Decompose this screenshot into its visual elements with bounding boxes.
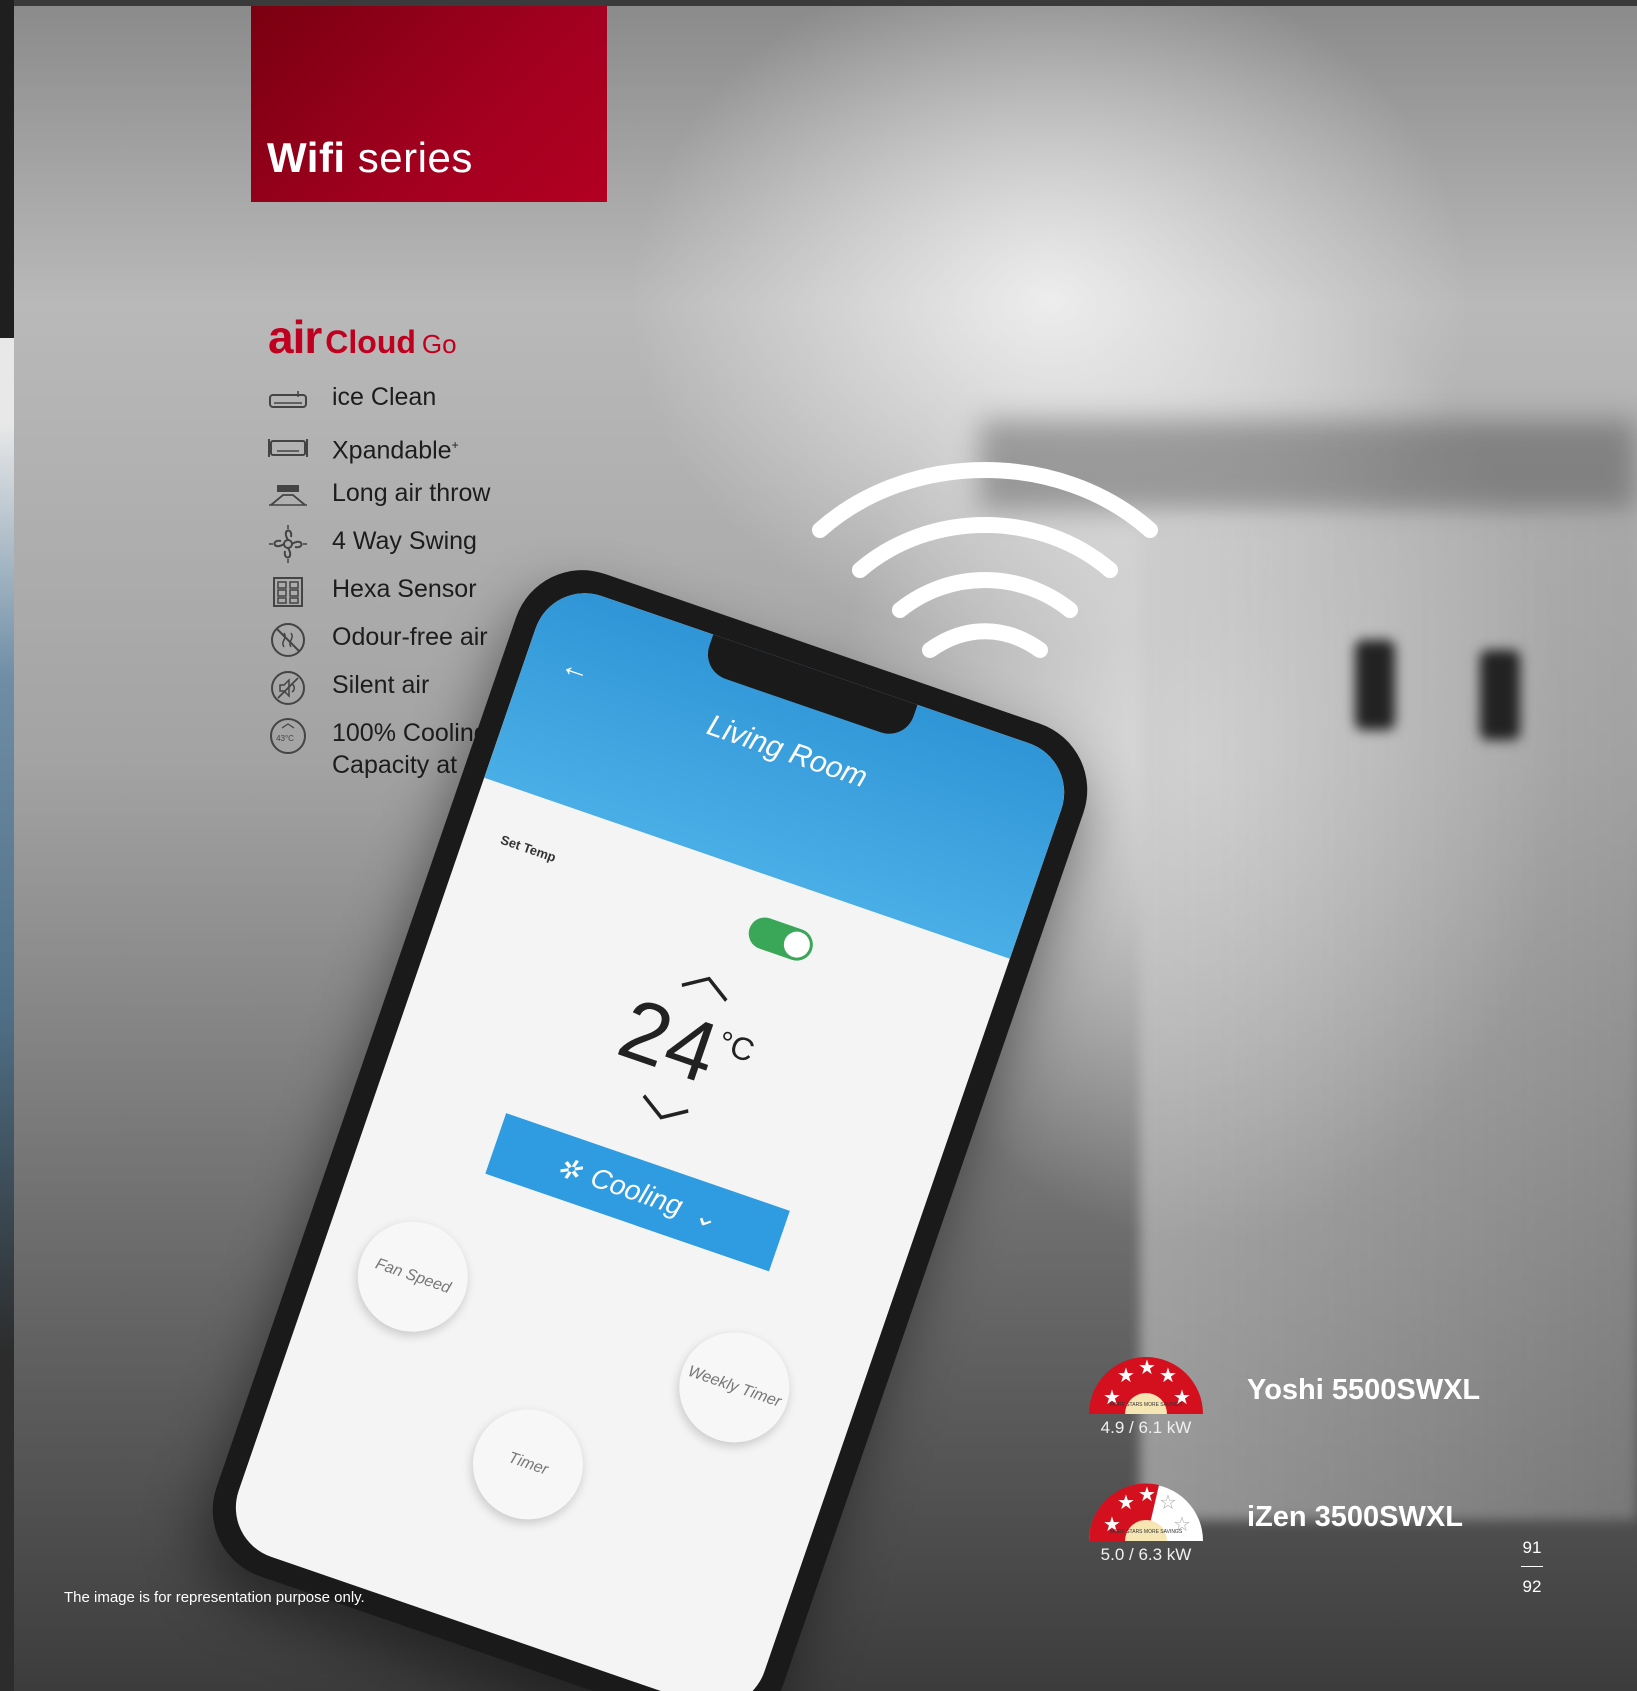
svg-text:★: ★ (1138, 1482, 1156, 1506)
star-rating-badge: ★ ★ ★ ☆ ☆ MORE STARS MORE SAVINGS (1088, 1482, 1203, 1541)
badge-text: MORE STARS MORE SAVINGS (1110, 1402, 1183, 1408)
brochure-page: Wifi series air Cloud Go ice Clean Xpandab… (0, 0, 1637, 1691)
feature-label: Long air throw (332, 479, 491, 507)
series-title-bold: Wifi (267, 134, 346, 181)
product-rating: 5.0 / 6.3 kW (1100, 1545, 1192, 1564)
logo-air: air (268, 311, 322, 363)
svg-text:☆: ☆ (1159, 1490, 1177, 1514)
disclaimer-text: The image is for representation purpose … (64, 1589, 365, 1606)
product-name: iZen 3500SWXL (1247, 1501, 1463, 1533)
hexa-sensor-icon (266, 573, 310, 611)
cabinet-knob (1355, 640, 1395, 730)
star-rating-badge: ★ ★ ★ ★ ★ MORE STARS MORE SAVINGS (1089, 1355, 1203, 1414)
page-number-bottom: 92 (1522, 1577, 1542, 1596)
svg-text:★: ★ (1138, 1355, 1156, 1379)
series-title: Wifi series (267, 134, 473, 182)
logo-go: Go (421, 329, 457, 359)
svg-text:★: ★ (1117, 1490, 1135, 1514)
feature-label-line1: 100% Cooling (332, 719, 488, 747)
product-name: Yoshi 5500SWXL (1247, 1374, 1481, 1406)
mode-label: Cooling (586, 1161, 687, 1222)
expandable-unit-icon (266, 429, 310, 467)
feature-label: Hexa Sensor (332, 575, 477, 603)
timer-label: Timer (506, 1449, 551, 1479)
feature-label-text: Xpandable (332, 436, 452, 465)
top-strip (0, 0, 1637, 6)
feature-label-sup: + (451, 438, 459, 452)
series-title-block: Wifi series (251, 6, 607, 202)
product-row: ★ ★ ★ ★ ★ MORE STARS MORE SAVINGS 4.9 / … (1087, 1352, 1637, 1462)
fan-speed-label: Fan Speed (373, 1255, 453, 1297)
wifi-icon (812, 462, 1158, 658)
cooling-icon-text: 43°C (276, 734, 294, 743)
page-number-divider (1521, 1566, 1543, 1567)
feature-label: Odour-free air (332, 623, 488, 651)
feature-item: Xpandable+ (266, 429, 586, 477)
page-number-top: 91 (1522, 1538, 1542, 1557)
odour-free-icon (266, 621, 310, 659)
fan-swing-icon (266, 525, 310, 563)
aircloud-go-logo: air Cloud Go (268, 310, 457, 364)
left-edge-photo (0, 0, 14, 1691)
chevron-down-icon: ⌄ (689, 1197, 722, 1235)
ac-unit-icon (266, 381, 310, 419)
silent-icon (266, 669, 310, 707)
feature-label: Xpandable+ (332, 429, 459, 466)
feature-label: Silent air (332, 671, 430, 699)
feature-label: ice Clean (332, 383, 437, 411)
series-title-rest: series (357, 134, 473, 181)
logo-cloud: Cloud (325, 324, 416, 360)
page-numbers: 91 92 (1508, 1538, 1556, 1597)
feature-label: 4 Way Swing (332, 527, 477, 555)
feature-item: ice Clean (266, 381, 586, 429)
weekly-timer-label: Weekly Timer (685, 1363, 784, 1411)
weekly-timer-button[interactable]: Weekly Timer (664, 1317, 805, 1458)
feature-item: Long air throw (266, 477, 586, 525)
gear-icon: ✲ (553, 1150, 586, 1188)
badge-text: MORE STARS MORE SAVINGS (1110, 1529, 1183, 1535)
svg-text:★: ★ (1117, 1363, 1135, 1387)
air-throw-icon (266, 477, 310, 515)
timer-button[interactable]: Timer (458, 1394, 598, 1535)
fan-speed-button[interactable]: Fan Speed (342, 1206, 483, 1347)
product-rating: 4.9 / 6.1 kW (1100, 1418, 1192, 1437)
cooling-capacity-icon: 43°C (266, 717, 310, 755)
svg-text:★: ★ (1159, 1363, 1177, 1387)
cabinet-knob (1480, 650, 1520, 740)
